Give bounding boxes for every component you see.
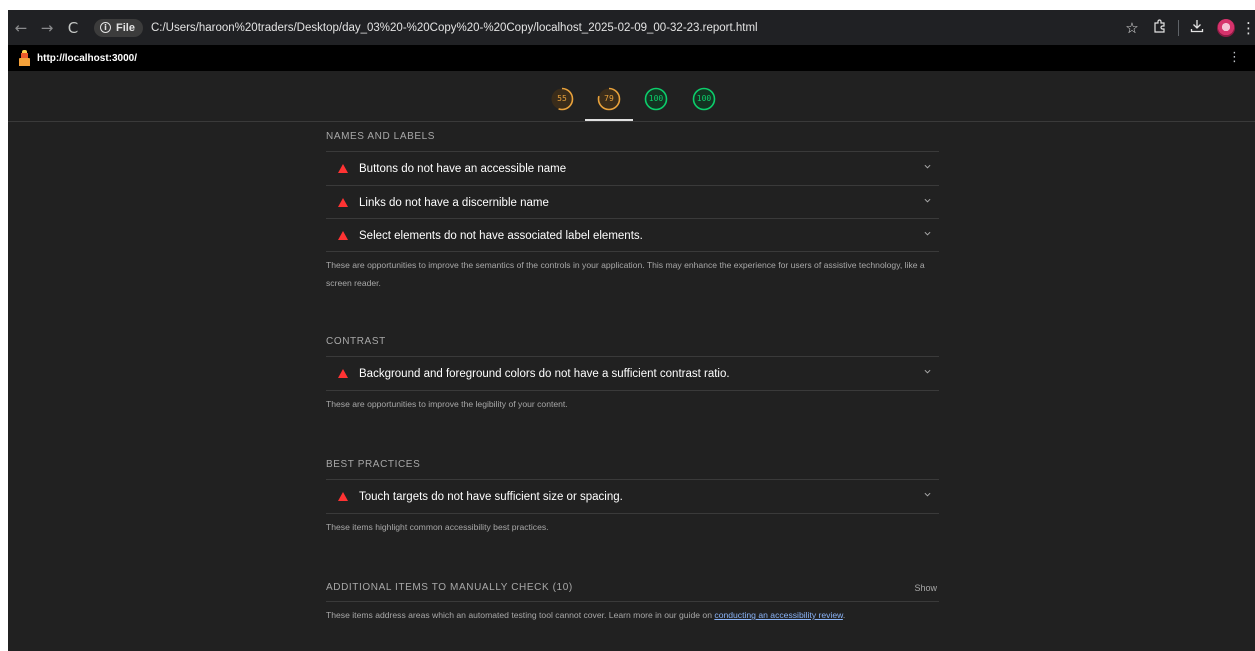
audit-title: Background and foreground colors do not …: [359, 367, 730, 380]
star-icon[interactable]: ☆: [1118, 19, 1146, 37]
divider: [326, 601, 939, 602]
manual-description-text: These items address areas which an autom…: [326, 610, 715, 620]
audit-row-target-size[interactable]: Touch targets do not have sufficient siz…: [326, 479, 939, 513]
downloads-icon[interactable]: [1183, 19, 1211, 37]
divider: [326, 390, 939, 391]
tools-menu-icon[interactable]: ⋮: [1228, 50, 1241, 65]
audit-title: Buttons do not have an accessible name: [359, 162, 567, 175]
group-description-manual-checks: These items address areas which an autom…: [326, 606, 926, 624]
divider: [326, 513, 939, 514]
accessibility-review-link[interactable]: conducting an accessibility review: [714, 610, 843, 620]
fail-triangle-icon: [338, 369, 348, 378]
browser-toolbar: ← → C i File C:/Users/haroon%20traders/D…: [8, 10, 1255, 45]
profile-icon[interactable]: [1217, 18, 1235, 37]
gauge-best-practices[interactable]: 100: [644, 87, 668, 111]
group-title-contrast: Contrast: [326, 336, 386, 347]
gauge-performance[interactable]: 55: [550, 87, 574, 111]
chevron-down-icon: [924, 492, 931, 497]
fail-triangle-icon: [338, 492, 348, 501]
report-topbar: http://localhost:3000/ ⋮: [8, 45, 1255, 71]
chevron-down-icon: [924, 198, 931, 203]
chevron-down-icon: [924, 231, 931, 236]
more-menu-icon[interactable]: ⋮: [1241, 19, 1255, 37]
info-icon: i: [100, 22, 111, 33]
audit-row-link-name[interactable]: Links do not have a discernible name: [326, 185, 939, 219]
toolbar-divider: [1178, 19, 1179, 36]
extensions-icon[interactable]: [1146, 18, 1174, 37]
fail-triangle-icon: [338, 198, 348, 207]
score-gauges-bar: 55 79 100 100: [8, 71, 1255, 122]
url-text[interactable]: C:/Users/haroon%20traders/Desktop/day_03…: [151, 22, 758, 34]
gauge-accessibility[interactable]: 79: [597, 87, 621, 111]
manual-description-end: .: [842, 610, 846, 620]
group-description-names-labels: These are opportunities to improve the s…: [326, 260, 925, 288]
active-gauge-indicator: [585, 119, 633, 121]
audit-title: Select elements do not have associated l…: [359, 229, 643, 242]
audit-title: Links do not have a discernible name: [359, 196, 549, 209]
audit-row-color-contrast[interactable]: Background and foreground colors do not …: [326, 356, 939, 390]
group-title-manual-checks: Additional items to manually check (10): [326, 582, 573, 593]
tested-url[interactable]: http://localhost:3000/: [37, 53, 137, 64]
audit-row-button-name[interactable]: Buttons do not have an accessible name: [326, 151, 939, 185]
gauge-score: 79: [604, 94, 614, 103]
file-chip-label: File: [116, 21, 135, 34]
site-info-chip[interactable]: i File: [94, 18, 143, 37]
group-description-contrast: These are opportunities to improve the l…: [326, 399, 568, 409]
report-body: 55 79 100 100 Names and label: [8, 71, 1255, 651]
address-bar[interactable]: i File C:/Users/haroon%20traders/Desktop…: [94, 15, 1094, 41]
lighthouse-logo-icon: [18, 50, 31, 66]
divider: [326, 251, 939, 252]
forward-icon[interactable]: →: [34, 19, 60, 37]
gauge-score: 100: [648, 94, 664, 103]
group-description-best-practices: These items highlight common accessibili…: [326, 522, 549, 532]
group-title-names-labels: Names and labels: [326, 131, 436, 142]
show-manual-button[interactable]: Show: [914, 583, 937, 593]
audit-title: Touch targets do not have sufficient siz…: [359, 490, 623, 503]
fail-triangle-icon: [338, 164, 348, 173]
chevron-down-icon: [924, 164, 931, 169]
back-icon[interactable]: ←: [8, 19, 34, 37]
reload-icon[interactable]: C: [60, 19, 86, 37]
gauge-score: 100: [696, 94, 712, 103]
fail-triangle-icon: [338, 231, 348, 240]
audit-row-select-name[interactable]: Select elements do not have associated l…: [326, 218, 939, 252]
gauge-seo[interactable]: 100: [692, 87, 716, 111]
chevron-down-icon: [924, 369, 931, 374]
group-title-best-practices: Best practices: [326, 459, 421, 470]
gauge-score: 55: [557, 94, 567, 103]
